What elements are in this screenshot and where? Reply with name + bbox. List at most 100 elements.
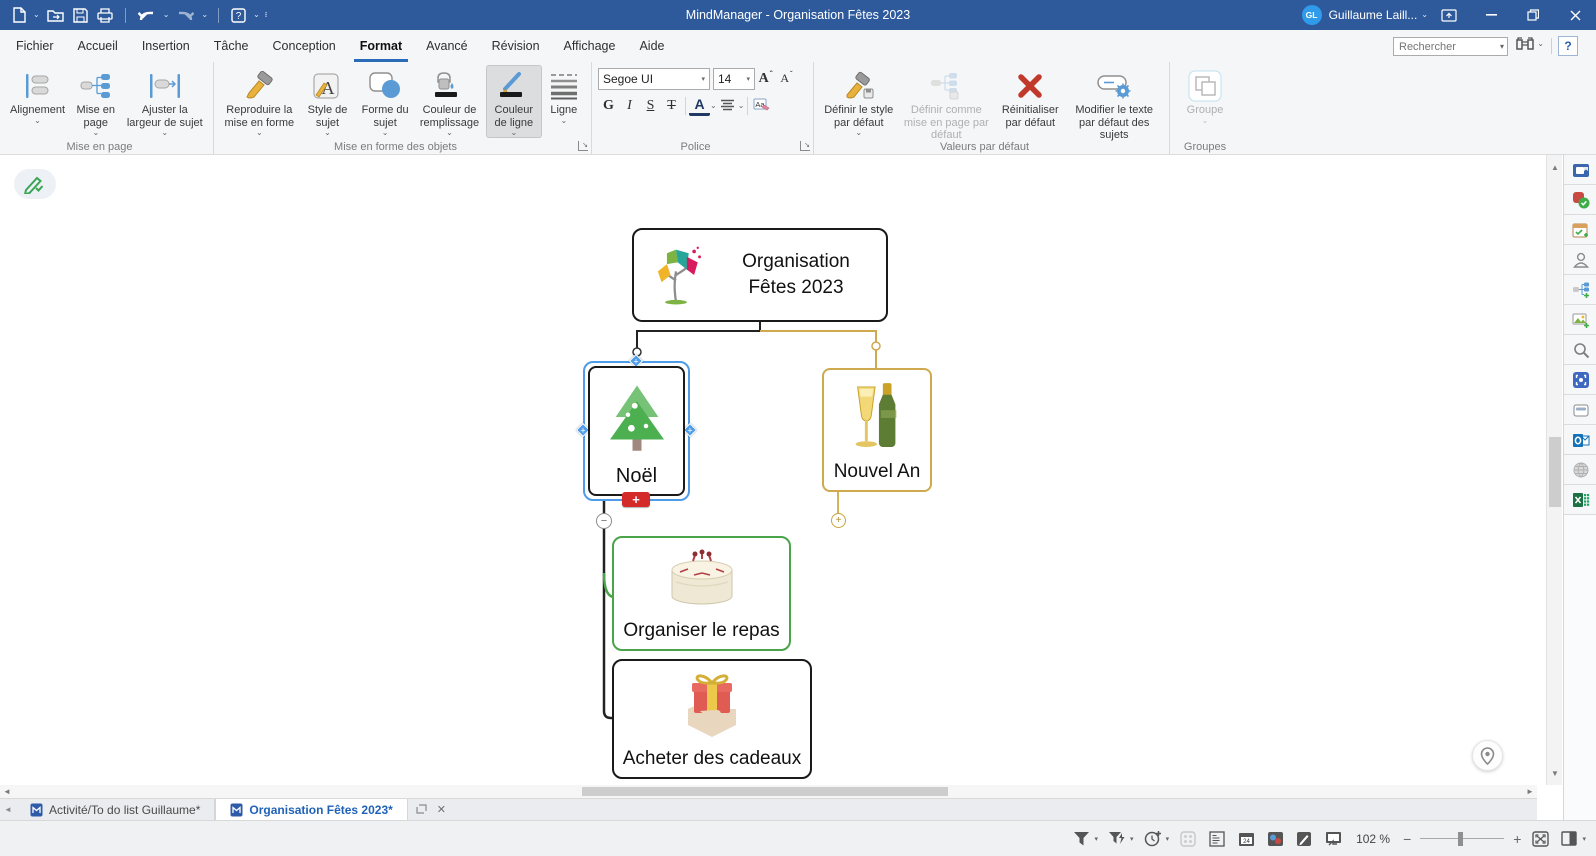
sidebar-item-outlook[interactable]	[1564, 425, 1596, 455]
search-dropdown-icon[interactable]: ▾	[1500, 42, 1504, 51]
topic-repas[interactable]: Organiser le repas	[612, 536, 791, 651]
expand-branch-button[interactable]: +	[831, 513, 846, 528]
filter-button[interactable]	[1072, 829, 1092, 849]
tab-revision[interactable]: Révision	[492, 30, 540, 62]
tab-format[interactable]: Format	[360, 30, 402, 62]
groupe-button[interactable]: Groupe ⌄	[1177, 65, 1233, 126]
font-color-button[interactable]: A	[689, 96, 710, 116]
horizontal-scrollbar[interactable]: ◄ ►	[0, 785, 1537, 798]
open-button[interactable]	[45, 3, 66, 27]
panel-layout-button[interactable]	[1559, 829, 1579, 849]
reproduire-button[interactable]: Reproduire la mise en forme ⌄	[221, 65, 298, 138]
sidebar-item-capture[interactable]	[1564, 365, 1596, 395]
ligne-button[interactable]: Ligne ⌄	[544, 65, 584, 126]
mise-en-page-button[interactable]: Mise en page ⌄	[70, 65, 122, 138]
style-sujet-button[interactable]: A Style de sujet ⌄	[300, 65, 356, 138]
schedule-view-button[interactable]: 24	[1236, 829, 1256, 849]
save-button[interactable]	[71, 3, 90, 27]
redo-chevron-icon[interactable]: ⌄	[201, 11, 208, 19]
power-filter-chevron-icon[interactable]: ▾	[1130, 835, 1134, 843]
sidebar-item-search[interactable]	[1564, 335, 1596, 365]
tab-close-icon[interactable]: ✕	[437, 803, 446, 816]
ribbon-display-options-button[interactable]	[1428, 0, 1470, 30]
undo-chevron-icon[interactable]: ⌄	[163, 11, 170, 19]
forme-sujet-button[interactable]: Forme du sujet ⌄	[357, 65, 413, 138]
undo-button[interactable]	[136, 3, 158, 27]
zoom-out-button[interactable]: −	[1403, 831, 1411, 847]
find-chevron-icon[interactable]: ⌄	[1537, 40, 1544, 47]
priority-flag-badge[interactable]: +	[622, 492, 650, 507]
vertical-scrollbar[interactable]: ▲ ▼	[1546, 155, 1562, 785]
user-menu-chevron-icon[interactable]: ⌄	[1421, 11, 1428, 19]
map-canvas[interactable]: Organisation Fêtes 2023 + + + Noël + −	[0, 155, 1546, 785]
filter-chevron-icon[interactable]: ▾	[1095, 835, 1099, 843]
scroll-left-icon[interactable]: ◄	[0, 785, 14, 798]
topic-root[interactable]: Organisation Fêtes 2023	[632, 228, 888, 322]
tab-insertion[interactable]: Insertion	[142, 30, 190, 62]
print-button[interactable]	[95, 3, 115, 27]
couleur-remplissage-button[interactable]: Couleur de remplissage ⌄	[415, 65, 484, 138]
close-button[interactable]	[1554, 0, 1596, 30]
topic-noel[interactable]: Noël	[588, 366, 685, 496]
ajuster-largeur-button[interactable]: Ajuster la largeur de sujet ⌄	[124, 65, 206, 138]
tab-scroll-left-icon[interactable]: ◄	[0, 799, 16, 820]
alignement-button[interactable]: Alignement ⌄	[7, 65, 68, 126]
tab-avance[interactable]: Avancé	[426, 30, 467, 62]
sidebar-item-map-parts[interactable]	[1564, 275, 1596, 305]
doc-tab-organisation[interactable]: Organisation Fêtes 2023*	[215, 799, 407, 820]
scroll-right-icon[interactable]: ►	[1523, 785, 1537, 798]
italic-button[interactable]: I	[619, 94, 640, 117]
underline-button[interactable]: S	[640, 94, 661, 117]
tag-view-button[interactable]	[1265, 829, 1285, 849]
sidebar-item-calendar[interactable]	[1564, 215, 1596, 245]
avatar[interactable]: GL	[1302, 5, 1322, 25]
font-name-combo[interactable]: Segoe UI▾	[598, 68, 710, 90]
definir-mise-en-page-button[interactable]: Définir comme mise en page par défaut	[899, 65, 995, 144]
sidebar-item-web[interactable]	[1564, 455, 1596, 485]
collapse-branch-button[interactable]: −	[596, 513, 612, 529]
text-align-button[interactable]	[717, 94, 738, 117]
annotate-button[interactable]	[1294, 829, 1314, 849]
user-name[interactable]: Guillaume Laill...	[1329, 8, 1418, 22]
locate-map-button[interactable]	[1472, 740, 1503, 771]
tab-accueil[interactable]: Accueil	[78, 30, 118, 62]
reinitialiser-button[interactable]: Réinitialiser par défaut	[996, 65, 1064, 131]
sidebar-item-excel[interactable]	[1564, 485, 1596, 515]
redo-button[interactable]	[174, 3, 196, 27]
quick-add-chevron-icon[interactable]: ▾	[1166, 835, 1170, 843]
bold-button[interactable]: G	[598, 94, 619, 117]
search-input[interactable]	[1393, 37, 1508, 56]
clear-format-button[interactable]: Aa	[751, 94, 772, 117]
strikethrough-button[interactable]: T	[661, 94, 682, 117]
panel-layout-chevron-icon[interactable]: ▾	[1582, 835, 1586, 843]
horizontal-scroll-thumb[interactable]	[582, 787, 948, 796]
sidebar-item-index[interactable]	[1564, 155, 1596, 185]
help-button[interactable]: ?	[1558, 36, 1578, 56]
help-quick-button[interactable]: ?	[229, 3, 248, 27]
objets-dialog-launcher[interactable]: ↘	[578, 141, 588, 151]
tab-affichage[interactable]: Affichage	[564, 30, 616, 62]
doc-tab-activite[interactable]: Activité/To do list Guillaume*	[16, 799, 215, 820]
new-document-chevron-icon[interactable]: ⌄	[33, 11, 40, 19]
increase-font-button[interactable]: Aˆ	[755, 67, 776, 90]
modifier-texte-button[interactable]: Modifier le texte par défaut des sujets	[1066, 65, 1162, 144]
text-align-chevron-icon[interactable]: ⌄	[738, 102, 745, 109]
scroll-up-icon[interactable]: ▲	[1547, 159, 1563, 175]
quick-add-button[interactable]	[1143, 829, 1163, 849]
font-color-chevron-icon[interactable]: ⌄	[710, 102, 717, 109]
customize-toolbar-icon[interactable]: ᎒	[265, 11, 266, 19]
zoom-slider[interactable]	[1420, 832, 1504, 846]
zoom-in-button[interactable]: +	[1513, 831, 1521, 847]
sidebar-item-tasks[interactable]	[1564, 185, 1596, 215]
tab-tache[interactable]: Tâche	[214, 30, 249, 62]
find-button[interactable]: ⌄	[1515, 36, 1544, 51]
fit-map-button[interactable]	[1530, 829, 1550, 849]
tab-fichier[interactable]: Fichier	[16, 30, 54, 62]
tab-popout-icon[interactable]	[416, 803, 427, 817]
decrease-font-button[interactable]: Aˇ	[776, 67, 797, 90]
definir-style-button[interactable]: Définir le style par défaut ⌄	[821, 65, 897, 138]
outline-view-button[interactable]	[1207, 829, 1227, 849]
police-dialog-launcher[interactable]: ↘	[800, 141, 810, 151]
power-filter-button[interactable]	[1107, 829, 1127, 849]
tab-aide[interactable]: Aide	[639, 30, 664, 62]
